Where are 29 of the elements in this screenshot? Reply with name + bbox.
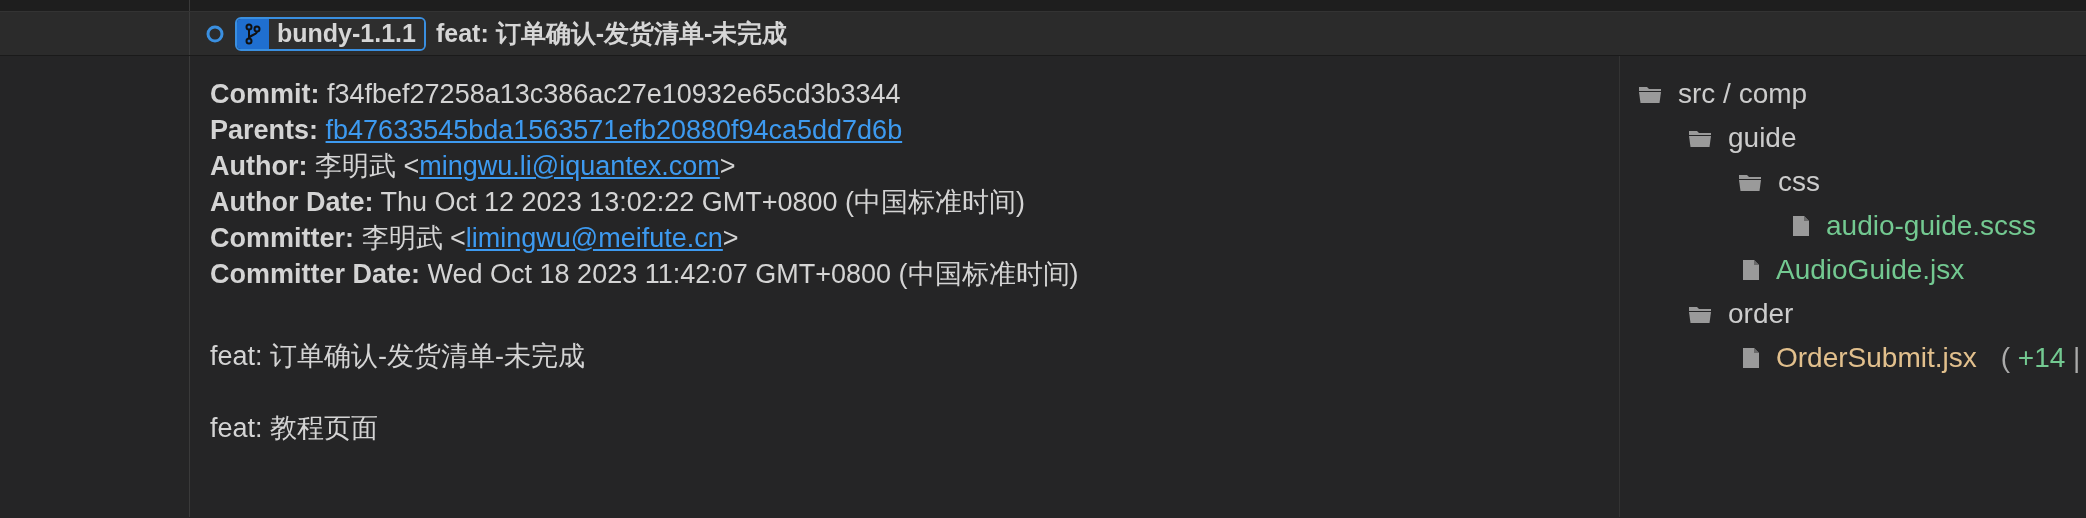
commit-message-line: feat: 教程页面 <box>210 412 380 445</box>
email-link[interactable]: mingwu.li@iquantex.com <box>419 151 720 181</box>
folder-name[interactable]: order <box>1728 293 1794 335</box>
file-icon <box>1742 259 1760 281</box>
commit-hash-link[interactable]: fb47633545bda1563571efb20880f94ca5dd7d6b <box>325 115 903 145</box>
branch-tag[interactable]: bundy-1.1.1 <box>235 16 426 51</box>
commit-message-line: feat: 订单确认-发货清单-未完成 <box>210 340 587 373</box>
folder-name[interactable]: css <box>1778 161 1820 203</box>
branch-icon <box>237 18 269 49</box>
detail-line: Author Date: Thu Oct 12 2023 13:02:22 GMT+0800 (中国标准时间) <box>210 186 1027 219</box>
detail-line: Commit: f34fbef27258a13c386ac27e10932e65cd3b3344 <box>210 78 902 111</box>
detail-line: Committer Date: Wed Oct 18 2023 11:42:07 GMT+0800 (中国标准时间) <box>210 258 1080 291</box>
commit-title: feat: 订单确认-发货清单-未完成 <box>435 17 788 49</box>
folder-icon <box>1638 84 1662 104</box>
folder-icon <box>1738 172 1762 192</box>
file-name[interactable]: OrderSubmit.jsx <box>1776 337 1977 379</box>
folder-icon <box>1688 304 1712 324</box>
folder-icon <box>1688 128 1712 148</box>
detail-line: Author: 李明武 <mingwu.li@iquantex.com> <box>210 150 737 183</box>
file-icon <box>1742 347 1760 369</box>
change-stats: ( +14 | <box>2000 341 2081 375</box>
folder-name[interactable]: src / comp <box>1678 73 1808 115</box>
folder-name[interactable]: guide <box>1728 117 1797 159</box>
email-link[interactable]: limingwu@meifute.cn <box>465 223 723 253</box>
detail-line: Committer: 李明武 <limingwu@meifute.cn> <box>210 222 740 255</box>
detail-line: Parents: fb47633545bda1563571efb20880f94ca5dd7d6b <box>210 114 904 147</box>
file-name[interactable]: audio-guide.scss <box>1826 205 2037 247</box>
file-icon <box>1792 215 1810 237</box>
file-name[interactable]: AudioGuide.jsx <box>1776 249 1965 291</box>
